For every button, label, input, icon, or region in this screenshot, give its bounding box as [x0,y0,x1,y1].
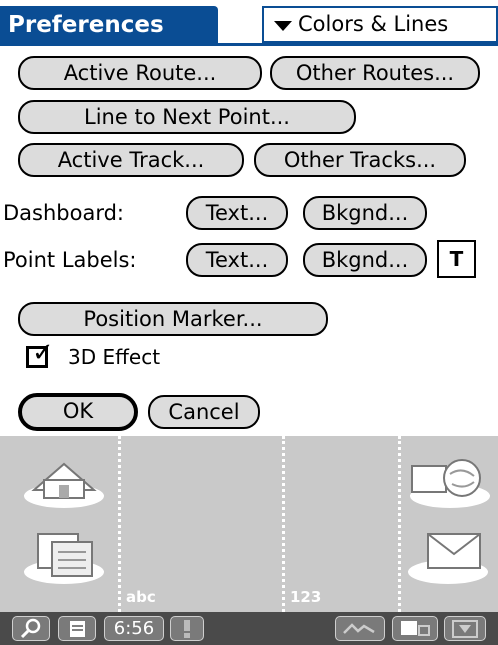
title-underline [0,43,498,46]
graffiti-divider [398,436,401,612]
search-button[interactable] [12,616,50,641]
dashboard-label: Dashboard: [3,201,125,225]
mail-icon[interactable] [404,522,494,588]
signal-icon [343,623,375,634]
category-select-label: Colors & Lines [298,12,449,36]
connection-button[interactable] [392,616,438,641]
favorites-icon[interactable] [404,450,494,512]
3d-effect-checkbox[interactable]: ✓ [26,340,54,368]
dashboard-text-button[interactable]: Text... [186,196,288,230]
graffiti-divider [282,436,285,612]
text-style-box[interactable]: T [437,240,476,278]
menu-icon[interactable] [18,522,110,588]
line-to-next-point-button[interactable]: Line to Next Point... [18,100,356,134]
category-select[interactable]: Colors & Lines [262,6,498,43]
active-track-button[interactable]: Active Track... [18,143,244,177]
home-icon[interactable] [18,450,110,512]
position-marker-button[interactable]: Position Marker... [18,302,328,336]
ok-button[interactable]: OK [18,393,138,431]
dropdown-arrow-icon [274,21,292,31]
checkmark-icon: ✓ [32,338,54,368]
graffiti-abc-label: abc [126,588,156,606]
connection-icon [401,621,430,636]
search-icon [20,618,41,639]
download-button[interactable] [444,616,486,641]
other-routes-button[interactable]: Other Routes... [270,56,480,90]
other-tracks-button[interactable]: Other Tracks... [254,143,466,177]
graffiti-divider [118,436,121,612]
clipboard-icon [70,621,85,637]
download-icon [452,620,478,638]
3d-effect-label[interactable]: 3D Effect [68,340,160,374]
graffiti-area[interactable]: abc 123 [0,436,498,612]
alert-icon [184,620,190,638]
cancel-button[interactable]: Cancel [148,395,260,429]
point-labels-label: Point Labels: [3,248,137,272]
alert-button[interactable] [170,616,204,641]
signal-button[interactable] [335,616,385,641]
point-labels-bkgnd-button[interactable]: Bkgnd... [303,243,427,277]
status-bar: 6:56 [0,612,498,645]
active-route-button[interactable]: Active Route... [18,56,262,90]
clock[interactable]: 6:56 [104,616,164,641]
point-labels-text-button[interactable]: Text... [186,243,288,277]
page-title[interactable]: Preferences [0,6,218,44]
dashboard-bkgnd-button[interactable]: Bkgnd... [303,196,427,230]
clipboard-button[interactable] [58,616,96,641]
graffiti-123-label: 123 [290,588,322,606]
